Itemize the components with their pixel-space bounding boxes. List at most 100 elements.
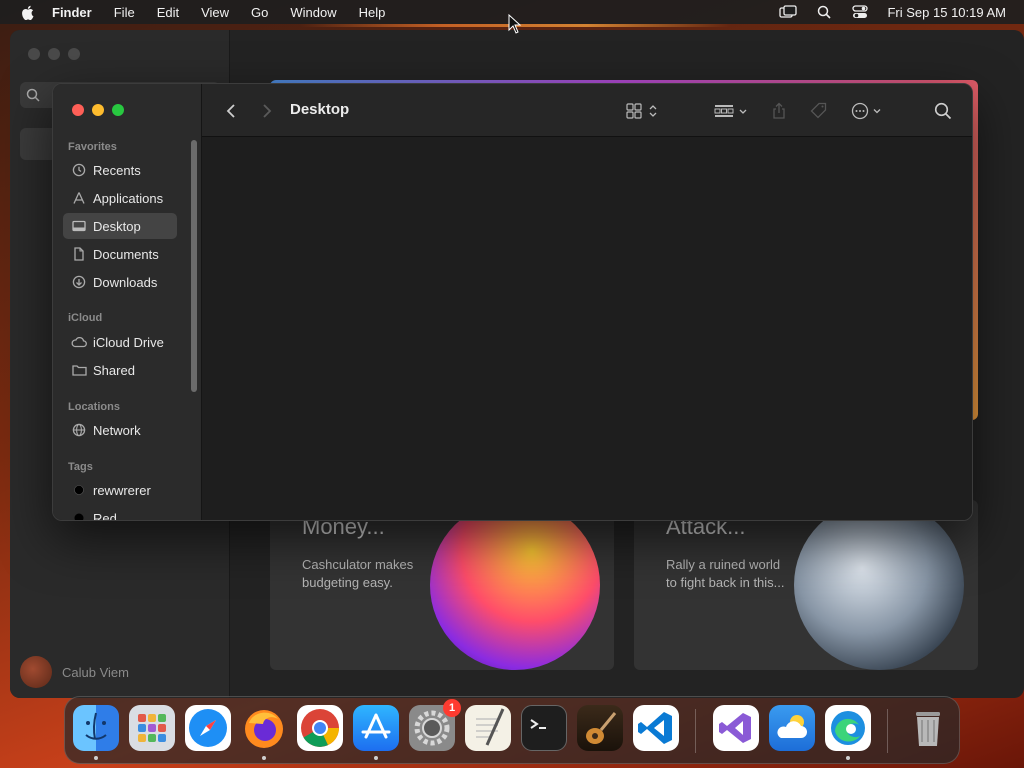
dock-trash[interactable] xyxy=(905,705,951,751)
user-profile[interactable]: Calub Viem xyxy=(20,656,129,688)
applications-icon xyxy=(71,190,87,206)
dock-safari[interactable] xyxy=(185,705,231,751)
compass-icon xyxy=(189,709,227,747)
minimize-button[interactable] xyxy=(92,104,104,116)
menu-edit[interactable]: Edit xyxy=(157,5,179,20)
dock-chrome[interactable] xyxy=(297,705,343,751)
window-title: Desktop xyxy=(290,101,350,118)
card-description: Rally a ruined world to fight back in th… xyxy=(666,557,785,590)
document-icon xyxy=(71,246,87,262)
apple-icon[interactable] xyxy=(18,4,36,20)
firefox-icon xyxy=(245,710,283,748)
card-artwork xyxy=(794,500,964,670)
finder-window: Favorites Recents Applications Desktop D… xyxy=(52,83,973,521)
sidebar-item-label: iCloud Drive xyxy=(93,334,164,350)
sidebar-item-icloud-drive[interactable]: iCloud Drive xyxy=(63,329,177,355)
tag-icon xyxy=(810,102,827,119)
sidebar-item-recents[interactable]: Recents xyxy=(63,157,177,183)
chevron-left-icon xyxy=(226,104,235,118)
icon-grid-icon xyxy=(626,103,657,119)
sidebar-tag-rewwrerer[interactable]: rewwrerer xyxy=(63,477,177,503)
tag-button[interactable] xyxy=(808,100,830,122)
sidebar-tag-red[interactable]: Red xyxy=(63,505,177,521)
sidebar-item-network[interactable]: Network xyxy=(63,417,177,443)
pen-paper-icon xyxy=(476,708,505,746)
app-card[interactable]: Money... Cashculator makes budgeting eas… xyxy=(270,500,614,670)
view-mode-button[interactable] xyxy=(624,100,662,122)
ellipsis-circle-icon xyxy=(851,102,881,120)
card-description: Cashculator makes budgeting easy. xyxy=(302,557,414,590)
dock-edge[interactable] xyxy=(825,705,871,751)
menu-file[interactable]: File xyxy=(114,5,135,20)
sidebar-item-label: Downloads xyxy=(93,274,158,290)
spotlight-search-icon[interactable] xyxy=(815,4,833,20)
dock-visual-studio[interactable] xyxy=(713,705,759,751)
menu-go[interactable]: Go xyxy=(251,5,268,20)
dock-textedit[interactable] xyxy=(465,705,511,751)
close-button[interactable] xyxy=(72,104,84,116)
zoom-button[interactable] xyxy=(112,104,124,116)
section-tags: Tags xyxy=(68,461,93,473)
shared-folder-icon xyxy=(71,362,87,378)
search-icon xyxy=(934,102,952,120)
dock-firefox[interactable] xyxy=(241,705,287,751)
sidebar-item-documents[interactable]: Documents xyxy=(63,241,177,267)
more-actions-button[interactable] xyxy=(849,100,887,122)
menu-bar-clock[interactable]: Fri Sep 15 10:19 AM xyxy=(887,5,1006,20)
menu-window[interactable]: Window xyxy=(290,5,336,20)
dock-separator xyxy=(695,709,696,753)
group-button[interactable] xyxy=(712,100,750,122)
dock-launchpad[interactable] xyxy=(129,705,175,751)
globe-icon xyxy=(71,422,87,438)
avatar xyxy=(20,656,52,688)
download-icon xyxy=(71,274,87,290)
sidebar-scrollbar[interactable] xyxy=(191,140,197,392)
dock-app-store[interactable] xyxy=(353,705,399,751)
cloud-icon xyxy=(71,334,87,350)
finder-sidebar: Favorites Recents Applications Desktop D… xyxy=(53,84,202,520)
dock-terminal[interactable] xyxy=(521,705,567,751)
dock-system-settings[interactable]: 1 xyxy=(409,699,461,751)
group-by-icon xyxy=(714,105,747,117)
running-indicator xyxy=(94,756,98,760)
sidebar-item-applications[interactable]: Applications xyxy=(63,185,177,211)
search-button[interactable] xyxy=(933,100,953,122)
chevron-right-icon xyxy=(263,104,272,118)
control-center-icon[interactable] xyxy=(851,4,869,20)
screen-mirroring-icon[interactable] xyxy=(779,4,798,20)
running-indicator xyxy=(846,756,850,760)
launchpad-grid-icon xyxy=(138,714,166,742)
mouse-cursor-icon xyxy=(508,14,522,34)
share-icon xyxy=(773,102,785,119)
finder-toolbar: Desktop xyxy=(202,84,972,137)
share-button[interactable] xyxy=(769,100,789,122)
dock-finder[interactable] xyxy=(73,705,119,751)
clock-icon xyxy=(71,162,87,178)
menu-help[interactable]: Help xyxy=(359,5,386,20)
visual-studio-icon xyxy=(719,713,751,743)
dock-weather[interactable] xyxy=(769,705,815,751)
file-browser-area[interactable] xyxy=(202,137,972,520)
dock-garageband[interactable] xyxy=(577,705,623,751)
vscode-icon xyxy=(638,712,672,744)
menu-view[interactable]: View xyxy=(201,5,229,20)
sidebar-item-label: Network xyxy=(93,422,141,438)
back-button[interactable] xyxy=(222,100,240,122)
chrome-icon xyxy=(301,709,339,747)
running-indicator xyxy=(262,756,266,760)
menu-app-name[interactable]: Finder xyxy=(52,5,92,20)
dock-vscode[interactable] xyxy=(633,705,679,751)
section-icloud: iCloud xyxy=(68,312,103,324)
sidebar-item-desktop[interactable]: Desktop xyxy=(63,213,177,239)
terminal-icon xyxy=(530,719,546,729)
user-name: Calub Viem xyxy=(62,664,129,680)
forward-button[interactable] xyxy=(258,100,276,122)
dock: 1 xyxy=(64,696,960,764)
sidebar-item-label: Red xyxy=(93,510,117,521)
sidebar-item-downloads[interactable]: Downloads xyxy=(63,269,177,295)
app-card[interactable]: Attack... Rally a ruined world to fight … xyxy=(634,500,978,670)
trash-icon xyxy=(916,712,940,746)
inactive-traffic-lights xyxy=(28,48,80,60)
finder-face-icon xyxy=(85,712,107,740)
sidebar-item-shared[interactable]: Shared xyxy=(63,357,177,383)
